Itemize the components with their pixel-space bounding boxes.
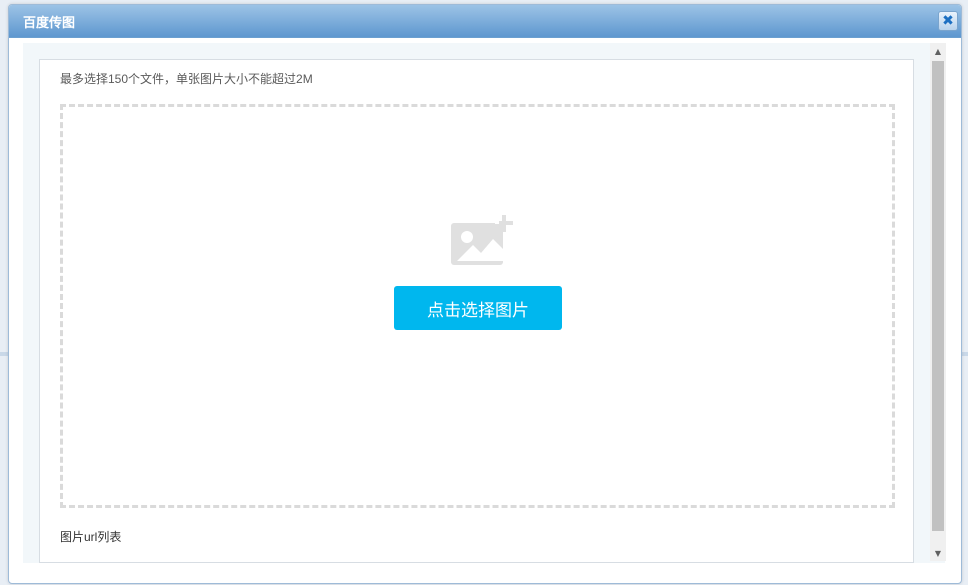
- scroll-up-icon[interactable]: ▲: [930, 43, 946, 59]
- dialog-titlebar[interactable]: 百度传图 ✖: [9, 5, 961, 38]
- upload-dialog: 百度传图 ✖ 最多选择150个文件，单张图片大小不能超过2M 点击选择图片 图片…: [8, 4, 962, 584]
- vertical-scrollbar[interactable]: ▲ ▼: [930, 43, 946, 561]
- select-image-button[interactable]: 点击选择图片: [394, 286, 562, 330]
- upload-panel: 最多选择150个文件，单张图片大小不能超过2M 点击选择图片 图片url列表: [39, 59, 914, 563]
- drop-zone[interactable]: 点击选择图片: [60, 104, 895, 508]
- close-button[interactable]: ✖: [938, 11, 958, 31]
- image-add-icon: [451, 215, 513, 265]
- upload-hint: 最多选择150个文件，单张图片大小不能超过2M: [60, 72, 313, 86]
- scroll-thumb[interactable]: [932, 61, 944, 531]
- dialog-title: 百度传图: [23, 15, 76, 30]
- url-list-label: 图片url列表: [60, 530, 122, 544]
- scroll-down-icon[interactable]: ▼: [930, 545, 946, 561]
- close-icon: ✖: [942, 13, 954, 29]
